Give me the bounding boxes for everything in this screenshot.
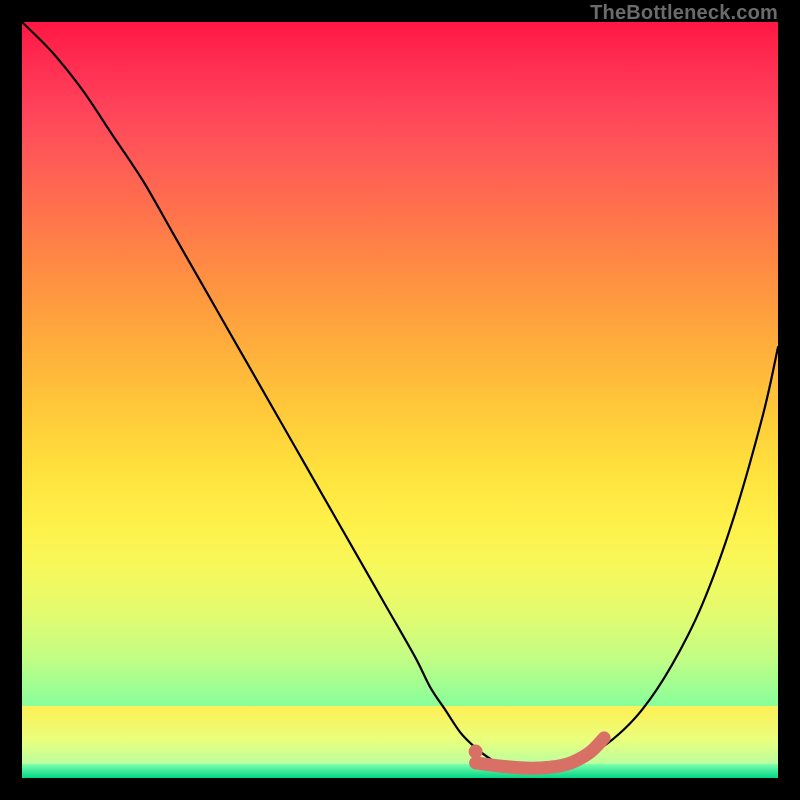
- bottleneck-curve: [22, 22, 778, 778]
- optimal-marker-band: [476, 738, 605, 768]
- chart-frame: TheBottleneck.com: [0, 0, 800, 800]
- plot-area: [22, 22, 778, 778]
- curve-path: [22, 22, 778, 771]
